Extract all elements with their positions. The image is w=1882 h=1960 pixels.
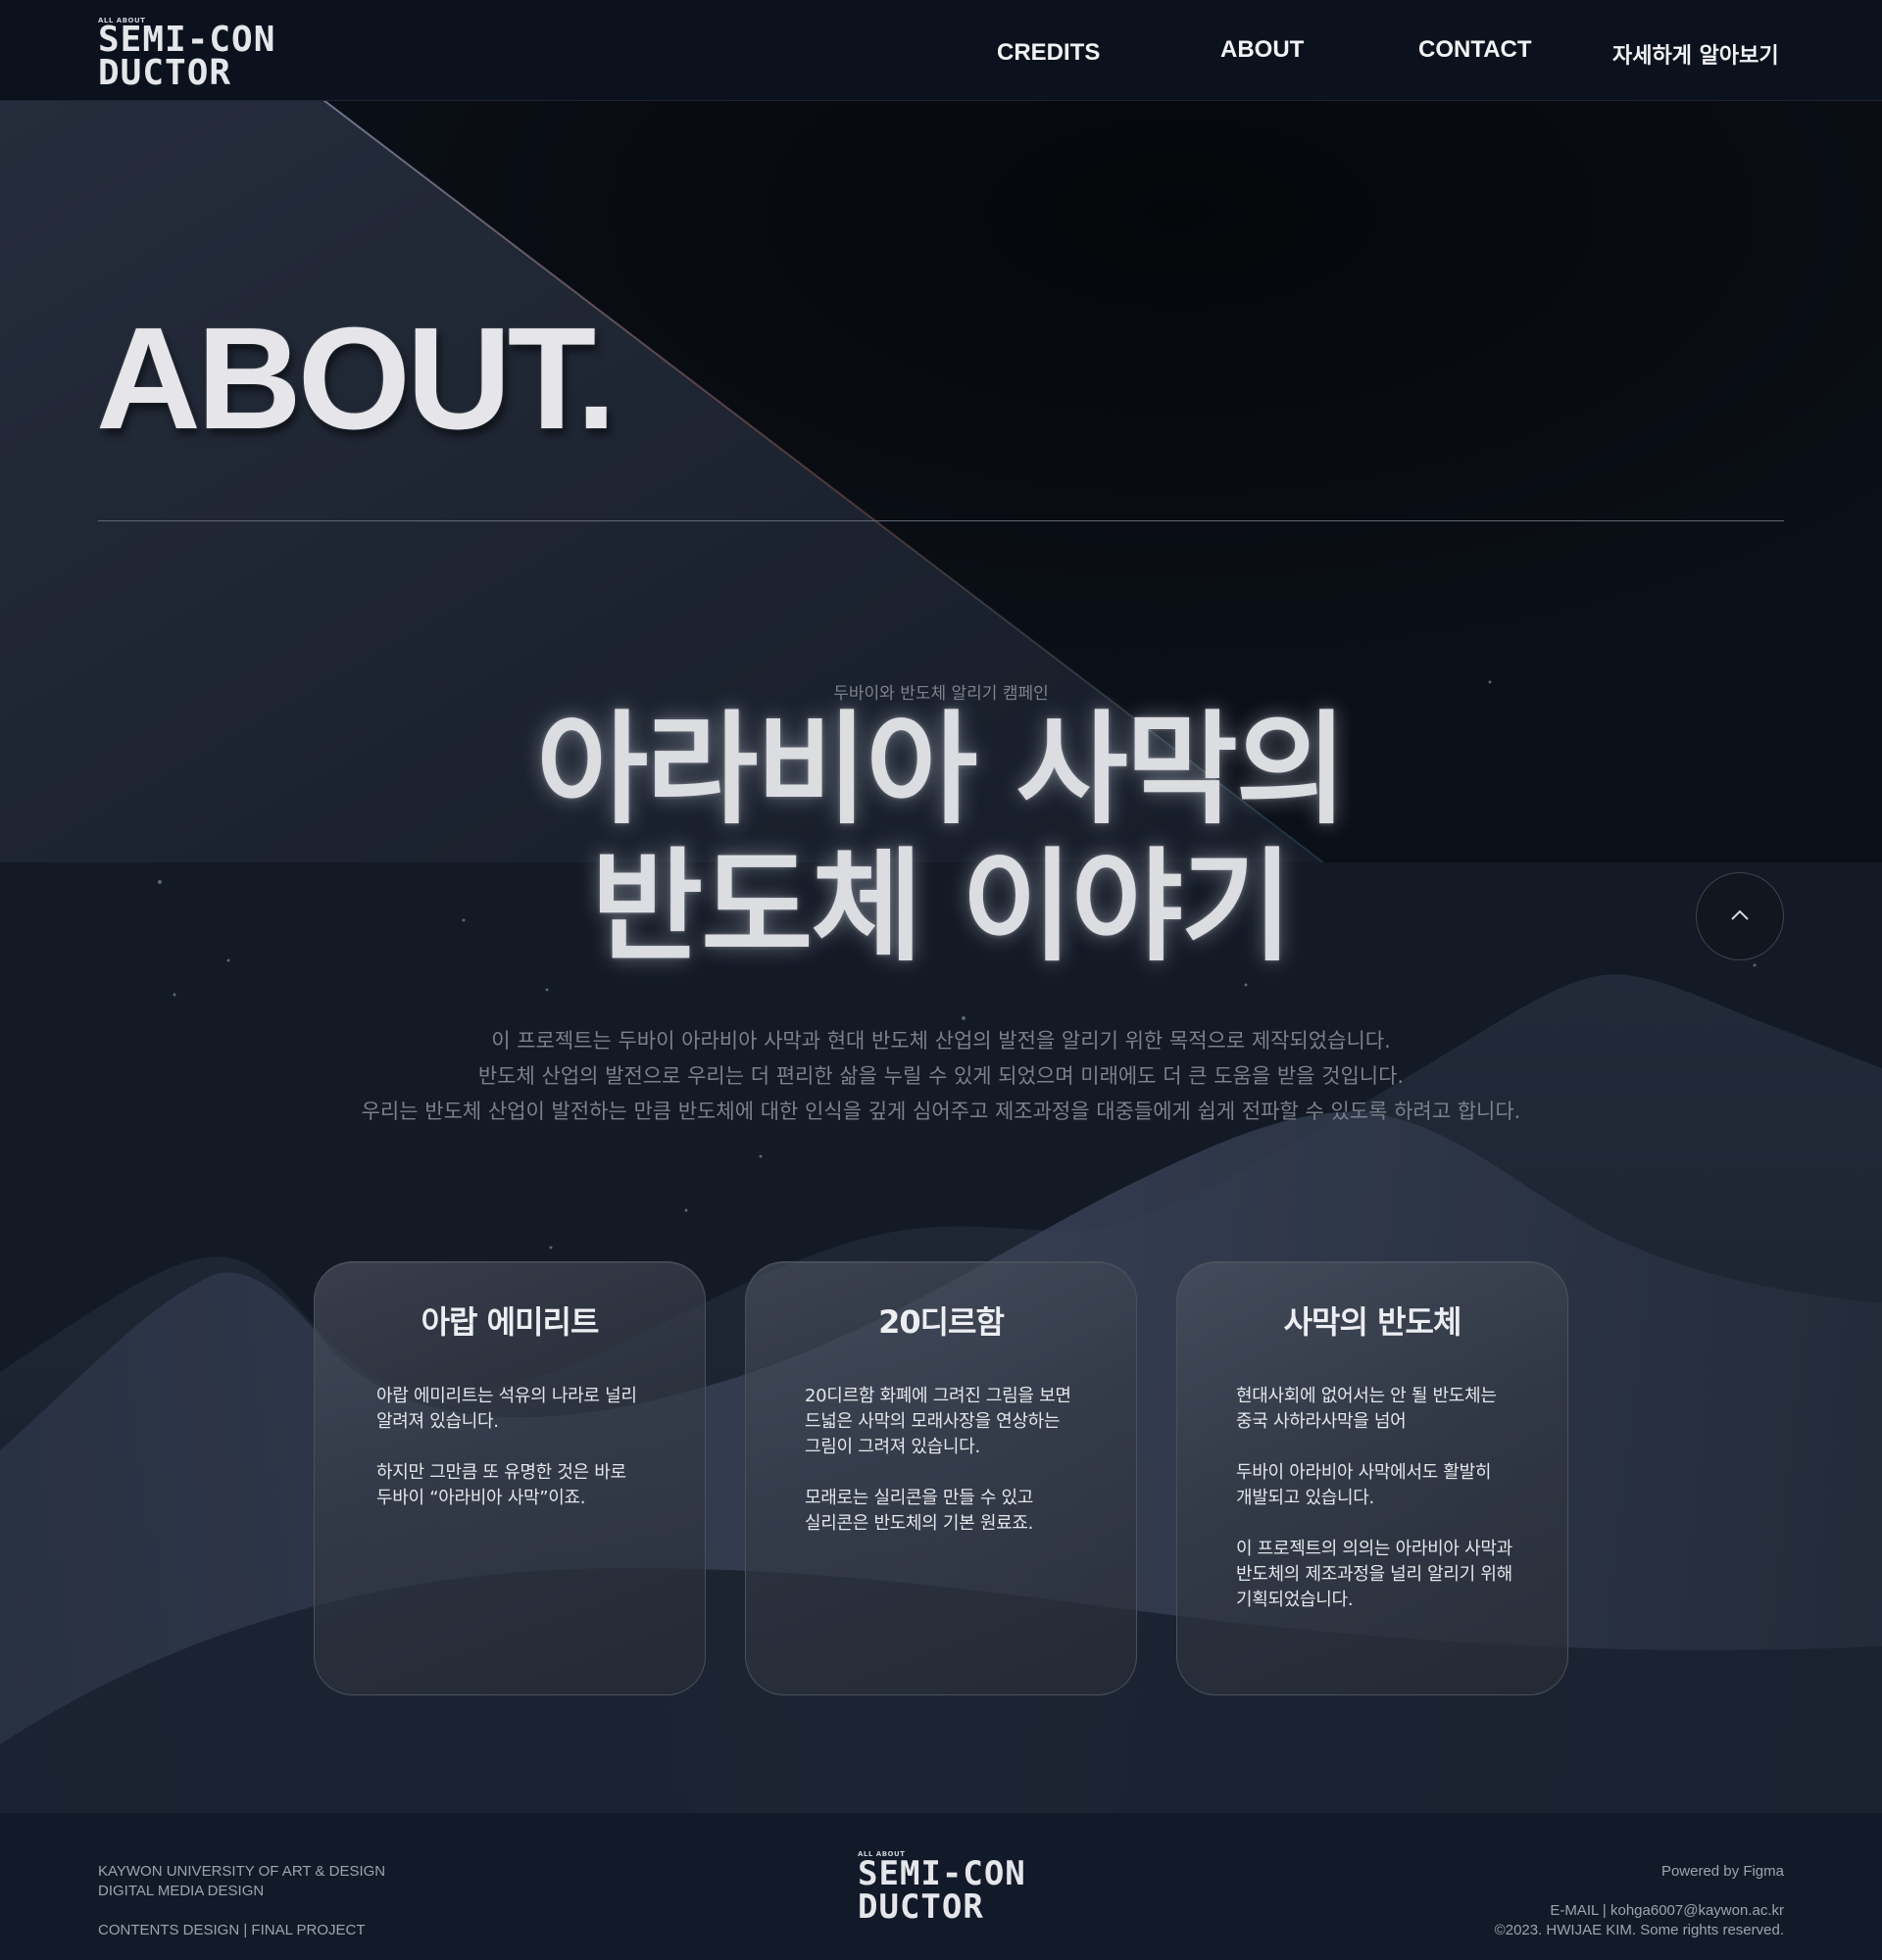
section-divider bbox=[98, 520, 1784, 521]
footer-project: CONTENTS DESIGN | FINAL PROJECT bbox=[98, 1922, 366, 1938]
about-heading: ABOUT. bbox=[96, 298, 617, 460]
card-title: 사막의 반도체 bbox=[1283, 1303, 1462, 1341]
hero-title: 아라비아 사막의 반도체 이야기 bbox=[0, 702, 1882, 976]
footer-school: KAYWON UNIVERSITY OF ART & DESIGN bbox=[98, 1863, 386, 1880]
nav-contact[interactable]: CONTACT bbox=[1418, 36, 1532, 64]
scroll-to-top-button[interactable] bbox=[1696, 872, 1784, 960]
card-paragraph: 두바이 아라비아 사막에서도 활발히 개발되고 있습니다. bbox=[1236, 1462, 1492, 1508]
hero-title-line-2: 반도체 이야기 bbox=[591, 837, 1293, 978]
card-body: 20디르함 화폐에 그려진 그림을 보면 드넓은 사막의 모래사장을 연상하는 … bbox=[805, 1384, 1099, 1562]
card-paragraph: 모래로는 실리콘을 만들 수 있고 실리콘은 반도체의 기본 원료죠. bbox=[805, 1488, 1034, 1534]
card-paragraph: 현대사회에 없어서는 안 될 반도체는 중국 사하라사막을 넘어 bbox=[1236, 1386, 1497, 1432]
logo-line-2: DUCTOR bbox=[858, 1887, 984, 1927]
description-line-1: 이 프로젝트는 두바이 아라비아 사막과 현대 반도체 산업의 발전을 알리기 … bbox=[491, 1029, 1391, 1053]
footer-copyright: ©2023. HWIJAE KIM. Some rights reserved. bbox=[1494, 1922, 1784, 1938]
project-description: 이 프로젝트는 두바이 아라비아 사막과 현대 반도체 산업의 발전을 알리기 … bbox=[0, 1023, 1882, 1129]
card-title: 20디르함 bbox=[878, 1303, 1005, 1341]
card-paragraph: 하지만 그만큼 또 유명한 것은 바로 두바이 “아라비아 사막”이죠. bbox=[376, 1462, 626, 1508]
footer-email[interactable]: E-MAIL | kohga6007@kaywon.ac.kr bbox=[1495, 1901, 1784, 1921]
footer-school-info: KAYWON UNIVERSITY OF ART & DESIGN DIGITA… bbox=[98, 1862, 385, 1940]
info-card-desert-semiconductor: 사막의 반도체 현대사회에 없어서는 안 될 반도체는 중국 사하라사막을 넘어… bbox=[1176, 1261, 1568, 1695]
card-paragraph: 이 프로젝트의 의의는 아라비아 사막과 반도체의 제조과정을 널리 알리기 위… bbox=[1236, 1539, 1512, 1610]
description-line-3: 우리는 반도체 산업이 발전하는 만큼 반도체에 대한 인식을 깊게 심어주고 … bbox=[361, 1100, 1521, 1123]
footer-credits: Powered by Figma E-MAIL | kohga6007@kayw… bbox=[1495, 1862, 1784, 1940]
card-paragraph: 20디르함 화폐에 그려진 그림을 보면 드넓은 사막의 모래사장을 연상하는 … bbox=[805, 1386, 1071, 1457]
description-line-2: 반도체 산업의 발전으로 우리는 더 편리한 삶을 누릴 수 있게 되었으며 미… bbox=[477, 1064, 1405, 1088]
footer-powered-by: Powered by Figma bbox=[1660, 1863, 1784, 1880]
logo-line-2: DUCTOR bbox=[98, 53, 232, 93]
nav-credits[interactable]: CREDITS bbox=[997, 39, 1100, 67]
site-header: ALL ABOUT SEMI-CON DUCTOR CREDITS ABOUT … bbox=[0, 0, 1882, 101]
footer-logo[interactable]: ALL ABOUT SEMI-CON DUCTOR bbox=[858, 1850, 1044, 1927]
site-footer: KAYWON UNIVERSITY OF ART & DESIGN DIGITA… bbox=[0, 1813, 1882, 1960]
nav-learn-more[interactable]: 자세하게 알아보기 bbox=[1612, 38, 1779, 70]
card-body: 아랍 에미리트는 석유의 나라로 널리 알려져 있습니다. 하지만 그만큼 또 … bbox=[376, 1384, 670, 1537]
nav-about[interactable]: ABOUT bbox=[1220, 36, 1304, 64]
info-card-dirham: 20디르함 20디르함 화폐에 그려진 그림을 보면 드넓은 사막의 모래사장을… bbox=[745, 1261, 1137, 1695]
chevron-up-icon bbox=[1731, 909, 1749, 920]
hero-title-line-1: 아라비아 사막의 bbox=[536, 700, 1348, 841]
footer-department: DIGITAL MEDIA DESIGN bbox=[98, 1883, 265, 1899]
card-body: 현대사회에 없어서는 안 될 반도체는 중국 사하라사막을 넘어 두바이 아라비… bbox=[1236, 1384, 1530, 1639]
card-title: 아랍 에미리트 bbox=[421, 1303, 600, 1341]
card-paragraph: 아랍 에미리트는 석유의 나라로 널리 알려져 있습니다. bbox=[376, 1386, 637, 1432]
info-card-uae: 아랍 에미리트 아랍 에미리트는 석유의 나라로 널리 알려져 있습니다. 하지… bbox=[314, 1261, 706, 1695]
logo-line-1: SEMI-CON bbox=[858, 1854, 1026, 1893]
site-logo[interactable]: ALL ABOUT SEMI-CON DUCTOR bbox=[98, 17, 294, 93]
